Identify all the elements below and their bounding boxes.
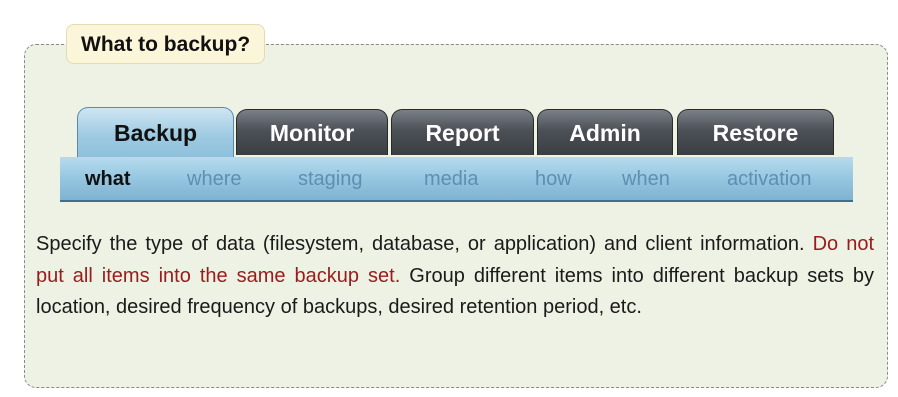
subnav-what[interactable]: what bbox=[85, 157, 131, 200]
panel-title: What to backup? bbox=[66, 24, 266, 64]
subnav-when[interactable]: when bbox=[622, 157, 670, 200]
description-text: Specify the type of data (filesystem, da… bbox=[36, 229, 874, 324]
subnav-staging[interactable]: staging bbox=[298, 157, 363, 200]
subnav-where[interactable]: where bbox=[187, 157, 241, 200]
tab-report[interactable]: Report bbox=[391, 109, 534, 155]
subnav-activation[interactable]: activation bbox=[727, 157, 812, 200]
subnav-media[interactable]: media bbox=[424, 157, 478, 200]
tab-backup[interactable]: Backup bbox=[77, 107, 234, 157]
main-tabs: Backup Monitor Report Admin Restore bbox=[77, 107, 837, 157]
sub-navigation: what where staging media how when activa… bbox=[60, 157, 853, 202]
subnav-how[interactable]: how bbox=[535, 157, 572, 200]
tab-restore[interactable]: Restore bbox=[677, 109, 834, 155]
tab-monitor[interactable]: Monitor bbox=[236, 109, 388, 155]
tab-admin[interactable]: Admin bbox=[537, 109, 673, 155]
backup-panel bbox=[24, 44, 888, 388]
description-part1: Specify the type of data (filesystem, da… bbox=[36, 233, 813, 255]
